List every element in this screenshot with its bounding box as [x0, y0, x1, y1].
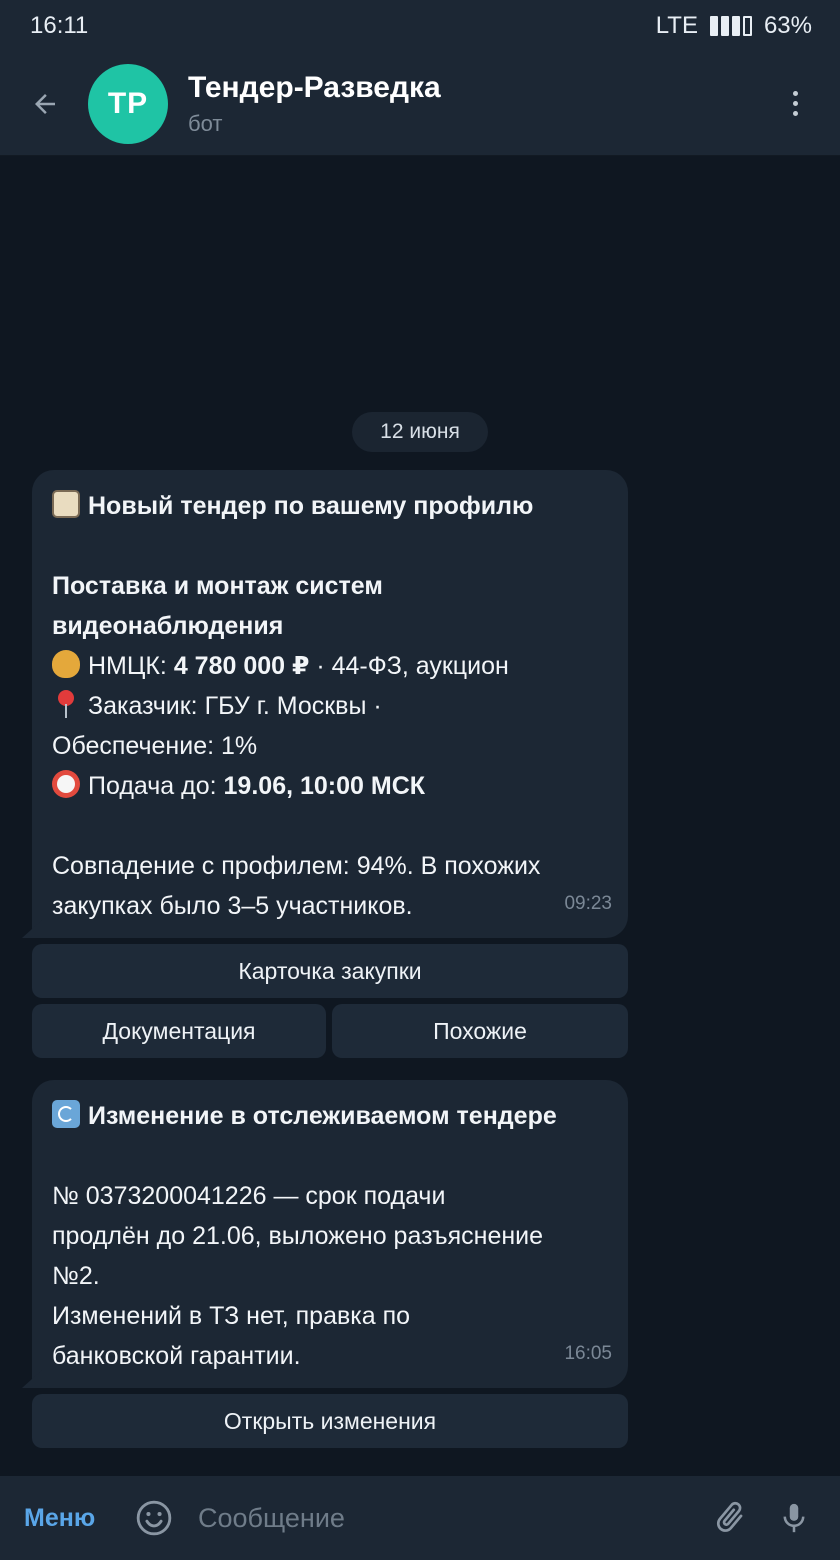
tender-customer: Заказчик: ГБУ г. Москвы ·	[52, 686, 608, 726]
change-text: №2.	[52, 1262, 100, 1290]
tender-match: Совпадение с профилем: 94%. В похожих	[52, 852, 541, 880]
tender-match: закупках было 3–5 участников.	[52, 892, 413, 920]
alarm-clock-icon	[52, 770, 80, 798]
change-text: Изменений в ТЗ нет, правка по	[52, 1302, 411, 1330]
paperclip-icon	[717, 1501, 743, 1532]
money-bag-icon	[52, 650, 80, 678]
bot-menu-button[interactable]: Меню	[24, 1504, 124, 1533]
chat-title-block[interactable]: Тендер-Разведка бот	[188, 69, 750, 139]
tender-deadline: Подача до: 19.06, 10:00 МСК	[52, 766, 608, 806]
clipboard-icon	[52, 490, 80, 518]
back-button[interactable]	[0, 52, 90, 156]
pin-icon	[52, 690, 80, 718]
signal-icon	[709, 16, 752, 36]
tender-subject: Поставка и монтаж систем	[52, 572, 383, 600]
status-bar: 16:11 LTE 63%	[0, 0, 840, 52]
message-heading: Изменение в отслеживаемом тендере	[52, 1096, 608, 1136]
microphone-icon	[783, 1503, 805, 1533]
more-vertical-icon	[792, 91, 798, 116]
status-indicators: LTE 63%	[656, 12, 812, 40]
attach-button[interactable]	[698, 1476, 762, 1560]
smile-icon	[136, 1500, 172, 1536]
change-text: банковской гарантии.	[52, 1342, 301, 1370]
status-time: 16:11	[30, 12, 89, 39]
bubble-tail	[22, 1370, 42, 1388]
refresh-icon	[52, 1100, 80, 1128]
emoji-button[interactable]	[132, 1496, 176, 1540]
more-options-button[interactable]	[750, 52, 840, 156]
documentation-button[interactable]: Документация	[32, 1004, 326, 1058]
message-time: 09:23	[564, 893, 612, 914]
arrow-left-icon	[35, 93, 55, 114]
open-changes-button[interactable]: Открыть изменения	[32, 1394, 628, 1448]
date-separator: 12 июня	[352, 412, 488, 452]
message-bubble[interactable]: Изменение в отслеживаемом тендере № 0373…	[22, 1080, 628, 1388]
message-input-bar: Меню	[0, 1476, 840, 1560]
change-text: № 0373200041226 — срок подачи	[52, 1182, 446, 1210]
message-bubble[interactable]: Новый тендер по вашему профилю Поставка …	[22, 470, 628, 938]
tender-security: Обеспечение: 1%	[52, 732, 258, 760]
voice-message-button[interactable]	[762, 1476, 826, 1560]
chat-title: Тендер-Разведка	[188, 70, 441, 104]
bubble-tail	[22, 920, 42, 938]
tender-subject: видеонаблюдения	[52, 612, 284, 640]
message-heading: Новый тендер по вашему профилю	[52, 486, 608, 526]
message-time: 16:05	[564, 1343, 612, 1364]
chat-header: TP Тендер-Разведка бот	[0, 52, 840, 156]
network-type: LTE	[655, 12, 698, 39]
telegram-chat-screen: 16:11 LTE 63% TP Тендер-Разведка бот 12 …	[0, 0, 840, 1560]
change-text: продлён до 21.06, выложено разъяснение	[52, 1222, 544, 1250]
chat-subtitle: бот	[188, 110, 223, 136]
tender-price: НМЦК: 4 780 000 ₽ · 44-ФЗ, аукцион	[52, 646, 608, 686]
battery-level: 63%	[763, 12, 812, 39]
bot-avatar[interactable]: TP	[88, 63, 168, 144]
message-input[interactable]	[198, 1502, 698, 1534]
similar-button[interactable]: Похожие	[332, 1004, 628, 1058]
tender-card-button[interactable]: Карточка закупки	[32, 944, 628, 998]
